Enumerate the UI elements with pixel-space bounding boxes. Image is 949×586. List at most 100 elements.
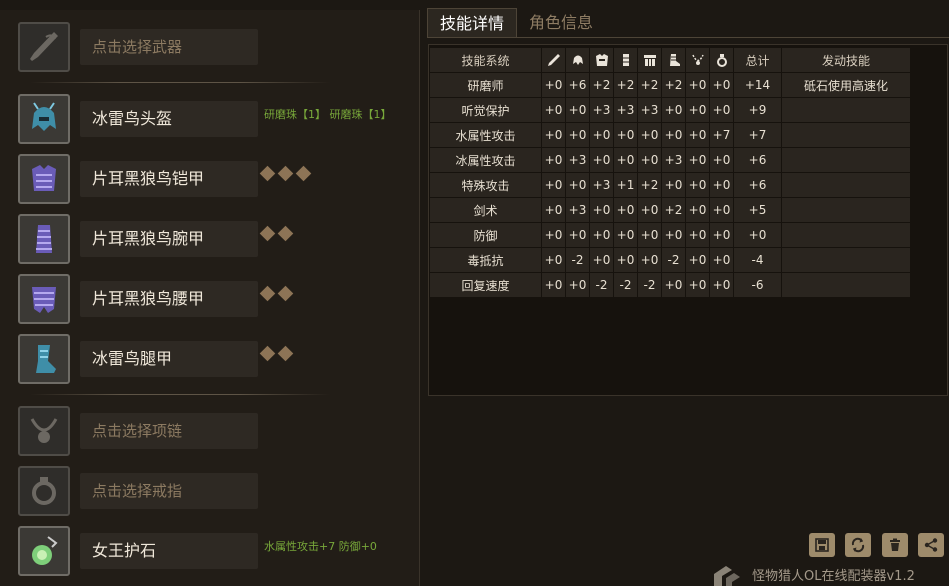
skill-point-cell: +2 [614, 73, 637, 97]
head-decorations: 研磨珠【1】 研磨珠【1】 [264, 108, 392, 121]
delete-button[interactable] [882, 533, 908, 557]
waist-armor-icon[interactable] [18, 274, 70, 324]
skill-system-name: 剑术 [430, 198, 541, 222]
skill-system-name: 回复速度 [430, 273, 541, 297]
waist-name[interactable]: 片耳黑狼鸟腰甲 [80, 281, 258, 317]
share-button[interactable] [918, 533, 944, 557]
charm-slot[interactable]: 女王护石 水属性攻击+7 防御+0 [18, 526, 418, 576]
skill-point-cell: +0 [566, 123, 589, 147]
arm-armor-icon[interactable] [18, 214, 70, 264]
skill-point-cell: +0 [710, 198, 733, 222]
waist-armor-icon [638, 48, 661, 72]
helmet-icon[interactable] [18, 94, 70, 144]
skill-point-cell: +3 [638, 98, 661, 122]
skill-point-cell: +0 [710, 148, 733, 172]
leg-armor-icon[interactable] [18, 334, 70, 384]
skill-point-cell: +0 [542, 148, 565, 172]
skill-total: +5 [734, 198, 781, 222]
tab-character-info[interactable]: 角色信息 [517, 8, 605, 38]
skill-point-cell: +0 [710, 173, 733, 197]
activated-skill [782, 173, 910, 197]
skill-system-name: 特殊攻击 [430, 173, 541, 197]
arms-slot[interactable]: 片耳黑狼鸟腕甲 [18, 214, 418, 264]
skill-point-cell: +0 [662, 273, 685, 297]
decoration-slots [259, 285, 294, 302]
skill-point-cell: +0 [662, 173, 685, 197]
necklace-icon [686, 48, 709, 72]
chest-slot[interactable]: 片耳黑狼鸟铠甲 [18, 154, 418, 204]
skill-total: -4 [734, 248, 781, 272]
slot-diamond [277, 165, 294, 182]
skill-point-cell: +0 [614, 198, 637, 222]
skill-point-cell: +0 [710, 273, 733, 297]
legs-slot[interactable]: 冰雷鸟腿甲 [18, 334, 418, 384]
activated-skill [782, 148, 910, 172]
divider [30, 394, 330, 395]
skill-point-cell: +2 [638, 173, 661, 197]
ring-slot[interactable]: 点击选择戒指 [18, 466, 418, 516]
save-button[interactable] [809, 533, 835, 557]
app-logo [714, 566, 740, 586]
activated-skill [782, 248, 910, 272]
head-name[interactable]: 冰雷鸟头盔 [80, 101, 258, 137]
skill-system-name: 毒抵抗 [430, 248, 541, 272]
skill-point-cell: +0 [710, 73, 733, 97]
skill-point-cell: +0 [566, 273, 589, 297]
skill-table: 技能系统 总计 发动技能 研磨师 +0 +6 +2 +2 +2 +2 +0 +0 +14 砥石使用高… [429, 47, 911, 298]
table-row: 水属性攻击 +0 +0 +0 +0 +0 +0 +0 +7 +7 [430, 123, 910, 147]
skill-point-cell: +0 [614, 148, 637, 172]
ring-icon[interactable] [18, 466, 70, 516]
skill-details-panel: 技能系统 总计 发动技能 研磨师 +0 +6 +2 +2 +2 +2 +0 +0 +14 砥石使用高… [428, 44, 948, 396]
ring-name[interactable]: 点击选择戒指 [80, 473, 258, 509]
activated-skill [782, 223, 910, 247]
table-header-row: 技能系统 总计 发动技能 [430, 48, 910, 72]
skill-point-cell: +0 [638, 248, 661, 272]
skill-point-cell: -2 [590, 273, 613, 297]
activated-skill [782, 98, 910, 122]
refresh-button[interactable] [845, 533, 871, 557]
leg-armor-icon [662, 48, 685, 72]
skill-point-cell: +0 [590, 148, 613, 172]
skill-point-cell: +0 [542, 73, 565, 97]
skill-point-cell: +6 [566, 73, 589, 97]
skill-point-cell: +0 [710, 98, 733, 122]
legs-name[interactable]: 冰雷鸟腿甲 [80, 341, 258, 377]
necklace-icon[interactable] [18, 406, 70, 456]
arms-name[interactable]: 片耳黑狼鸟腕甲 [80, 221, 258, 257]
chest-name[interactable]: 片耳黑狼鸟铠甲 [80, 161, 258, 197]
skill-point-cell: +0 [566, 173, 589, 197]
skill-point-cell: +3 [662, 148, 685, 172]
chest-armor-icon [590, 48, 613, 72]
weapon-name[interactable]: 点击选择武器 [80, 29, 258, 65]
charm-name[interactable]: 女王护石 [80, 533, 258, 569]
skill-point-cell: +0 [686, 148, 709, 172]
slot-diamond [277, 345, 294, 362]
skill-point-cell: +2 [590, 73, 613, 97]
skill-total: +9 [734, 98, 781, 122]
slot-diamond [277, 285, 294, 302]
decoration-slots [259, 225, 294, 242]
waist-slot[interactable]: 片耳黑狼鸟腰甲 [18, 274, 418, 324]
chest-armor-icon[interactable] [18, 154, 70, 204]
skill-point-cell: +0 [542, 123, 565, 147]
skill-point-cell: +0 [638, 223, 661, 247]
weapon-slot[interactable]: 点击选择武器 [18, 22, 418, 72]
slot-diamond [277, 225, 294, 242]
header-activated-skill: 发动技能 [782, 48, 910, 72]
skill-point-cell: +0 [542, 273, 565, 297]
weapon-icon[interactable] [18, 22, 70, 72]
charm-skills: 水属性攻击+7 防御+0 [264, 540, 377, 553]
charm-icon[interactable] [18, 526, 70, 576]
skill-point-cell: +0 [590, 198, 613, 222]
head-slot[interactable]: 冰雷鸟头盔 研磨珠【1】 研磨珠【1】 [18, 94, 418, 144]
skill-system-name: 研磨师 [430, 73, 541, 97]
skill-point-cell: +0 [686, 123, 709, 147]
tab-skill-details[interactable]: 技能详情 [427, 8, 518, 38]
skill-point-cell: +0 [542, 98, 565, 122]
skill-point-cell: +0 [566, 98, 589, 122]
necklace-name[interactable]: 点击选择项链 [80, 413, 258, 449]
necklace-slot[interactable]: 点击选择项链 [18, 406, 418, 456]
arm-armor-icon [614, 48, 637, 72]
skill-system-name: 听觉保护 [430, 98, 541, 122]
activated-skill [782, 198, 910, 222]
